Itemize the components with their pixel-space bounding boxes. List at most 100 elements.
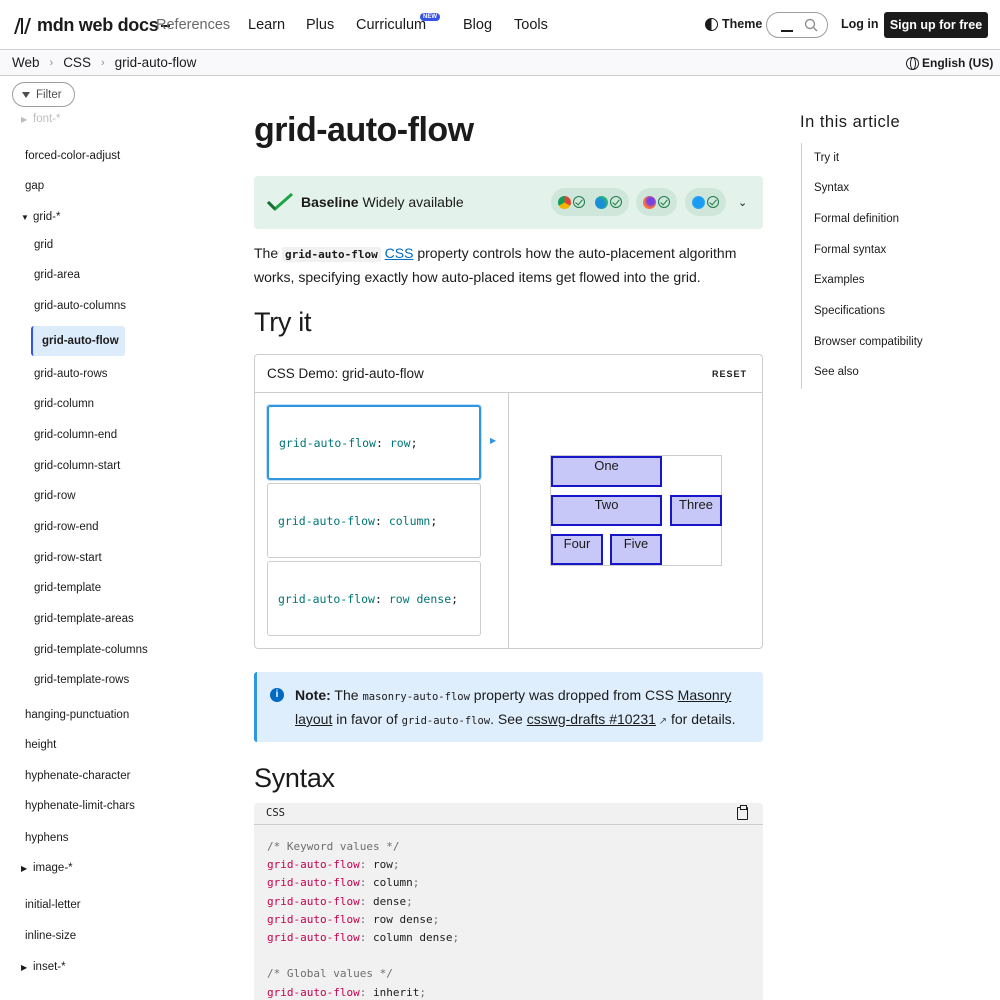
code-semicolon: ; (412, 876, 420, 890)
csswg-drafts-link[interactable]: csswg-drafts #10231 (527, 711, 656, 727)
copy-icon[interactable] (737, 805, 748, 820)
code-property: grid-auto-flow (267, 985, 360, 999)
sidebar-item-image[interactable]: image-* (33, 862, 73, 874)
sidebar-item-grid-group[interactable]: grid-* (33, 211, 60, 223)
grid-item-two: Two (551, 495, 662, 526)
toc-examples[interactable]: Examples (814, 274, 865, 286)
nav-blog[interactable]: Blog (463, 17, 492, 33)
note-text-2: property was dropped from CSS (473, 687, 674, 703)
sidebar-item-hyphenate-character[interactable]: hyphenate-character (25, 770, 130, 782)
sidebar-item-gap[interactable]: gap (25, 180, 44, 192)
sidebar-filter[interactable]: Filter (12, 82, 75, 107)
demo-choice-row-dense[interactable]: grid-auto-flow: row dense; (267, 561, 481, 636)
sidebar-item-grid-auto-flow[interactable]: grid-auto-flow (31, 326, 125, 356)
mdn-logo[interactable]: mdn web docs (13, 15, 171, 36)
sidebar-item-grid-column-end[interactable]: grid-column-end (34, 429, 117, 441)
mdn-logo-icon (14, 17, 31, 34)
toc-see-also[interactable]: See also (814, 366, 859, 378)
sidebar-item-grid-auto-columns[interactable]: grid-auto-columns (34, 300, 126, 312)
reset-button[interactable]: RESET (712, 369, 747, 379)
nav-plus[interactable]: Plus (306, 17, 334, 33)
toc-syntax[interactable]: Syntax (814, 182, 849, 194)
code-block-header: CSS (254, 803, 763, 825)
sidebar-item-grid-template-areas[interactable]: grid-template-areas (34, 613, 134, 625)
choice-property: grid-auto-flow (278, 591, 375, 606)
sidebar-item-grid-column-start[interactable]: grid-column-start (34, 460, 120, 472)
toc-browser-compatibility[interactable]: Browser compatibility (814, 336, 923, 348)
sidebar-item-grid-column[interactable]: grid-column (34, 398, 94, 410)
choice-value: column (388, 513, 431, 528)
code-colon: : (359, 930, 373, 944)
code-colon: : (359, 876, 373, 890)
sidebar-item-grid-auto-rows[interactable]: grid-auto-rows (34, 368, 108, 380)
code-semicolon: ; (419, 985, 426, 999)
supported-check-icon (707, 196, 719, 208)
sidebar-item-grid-template-rows[interactable]: grid-template-rows (34, 674, 129, 686)
breadcrumb-css[interactable]: CSS (63, 55, 91, 70)
sidebar-item-grid-row-end[interactable]: grid-row-end (34, 521, 99, 533)
code-property: grid-auto-flow (267, 930, 360, 944)
note-code-1: masonry-auto-flow (362, 691, 470, 703)
sidebar-item-grid-row-start[interactable]: grid-row-start (34, 552, 102, 564)
code-value: dense (372, 894, 407, 908)
intro-css-link[interactable]: CSS (385, 245, 414, 261)
theme-toggle[interactable]: Theme (705, 17, 762, 31)
supported-check-icon (610, 196, 622, 208)
breadcrumb-current[interactable]: grid-auto-flow (115, 55, 197, 70)
chrome-icon (558, 195, 571, 209)
sidebar-item-inset[interactable]: inset-* (33, 961, 66, 973)
code-comment: /* Keyword values */ (267, 840, 400, 853)
filter-label: Filter (36, 88, 62, 101)
sidebar-item-forced-color-adjust[interactable]: forced-color-adjust (25, 150, 120, 162)
search-input[interactable] (766, 12, 828, 38)
sidebar-item-hyphenate-limit-chars[interactable]: hyphenate-limit-chars (25, 800, 135, 812)
syntax-code-block: CSS /* Keyword values */ grid-auto-flow: … (254, 803, 763, 1000)
intro-paragraph: The grid-auto-flow CSS property controls… (254, 242, 766, 288)
code-line: grid-auto-flow: column dense; (267, 929, 459, 947)
demo-header: CSS Demo: grid-auto-flow RESET (255, 355, 762, 393)
breadcrumb-web[interactable]: Web (12, 55, 40, 70)
toc-specifications[interactable]: Specifications (814, 305, 885, 317)
choice-colon: : (375, 435, 383, 450)
code-semicolon: ; (432, 912, 440, 926)
note-callout: i Note: The masonry-auto-flow property w… (254, 672, 763, 742)
nav-curriculum[interactable]: Curriculum (356, 17, 426, 33)
sidebar-item-hanging-punctuation[interactable]: hanging-punctuation (25, 709, 129, 721)
nav-learn[interactable]: Learn (248, 17, 285, 33)
toc-rail (801, 143, 802, 389)
sidebar-item-grid[interactable]: grid (34, 239, 53, 251)
chevron-down-icon[interactable]: ⌄ (738, 196, 747, 209)
page-title: grid-auto-flow (254, 111, 474, 149)
sidebar-item-inline-size[interactable]: inline-size (25, 930, 76, 942)
sidebar-item-grid-template-columns[interactable]: grid-template-columns (34, 644, 148, 656)
baseline-banner[interactable]: Baseline Widely available (254, 176, 763, 229)
safari-icon (692, 195, 705, 209)
supported-check-icon (658, 196, 670, 208)
toc-formal-syntax[interactable]: Formal syntax (814, 244, 886, 256)
logo-text: mdn web docs (37, 15, 159, 35)
code-colon: : (359, 858, 373, 872)
sidebar-item-grid-template[interactable]: grid-template (34, 582, 101, 594)
toc-try-it[interactable]: Try it (814, 152, 839, 164)
sidebar-item-font[interactable]: font-* (33, 113, 61, 125)
browser-support-safari (685, 188, 726, 216)
signup-button[interactable]: Sign up for free (884, 12, 988, 38)
intro-text-before: The (254, 245, 279, 261)
login-link[interactable]: Log in (841, 17, 879, 31)
code-value: column dense (372, 930, 453, 944)
demo-choice-column[interactable]: grid-auto-flow: column; (267, 483, 481, 558)
sidebar-item-hyphens[interactable]: hyphens (25, 832, 68, 844)
sidebar-item-grid-row[interactable]: grid-row (34, 490, 76, 502)
toc-formal-definition[interactable]: Formal definition (814, 213, 899, 225)
sidebar-item-grid-area[interactable]: grid-area (34, 269, 80, 281)
demo-choice-row[interactable]: grid-auto-flow: row; (267, 405, 481, 480)
expand-caret-icon: ▶ (21, 963, 28, 972)
nav-tools[interactable]: Tools (514, 17, 548, 33)
browser-support-chrome-edge (551, 188, 629, 216)
collapse-caret-icon: ▼ (21, 213, 29, 222)
baseline-text: Baseline Widely available (301, 194, 464, 210)
language-selector[interactable]: English (US) (906, 56, 993, 70)
sidebar-item-initial-letter[interactable]: initial-letter (25, 899, 81, 911)
nav-references[interactable]: References (156, 17, 230, 33)
sidebar-item-height[interactable]: height (25, 739, 56, 751)
